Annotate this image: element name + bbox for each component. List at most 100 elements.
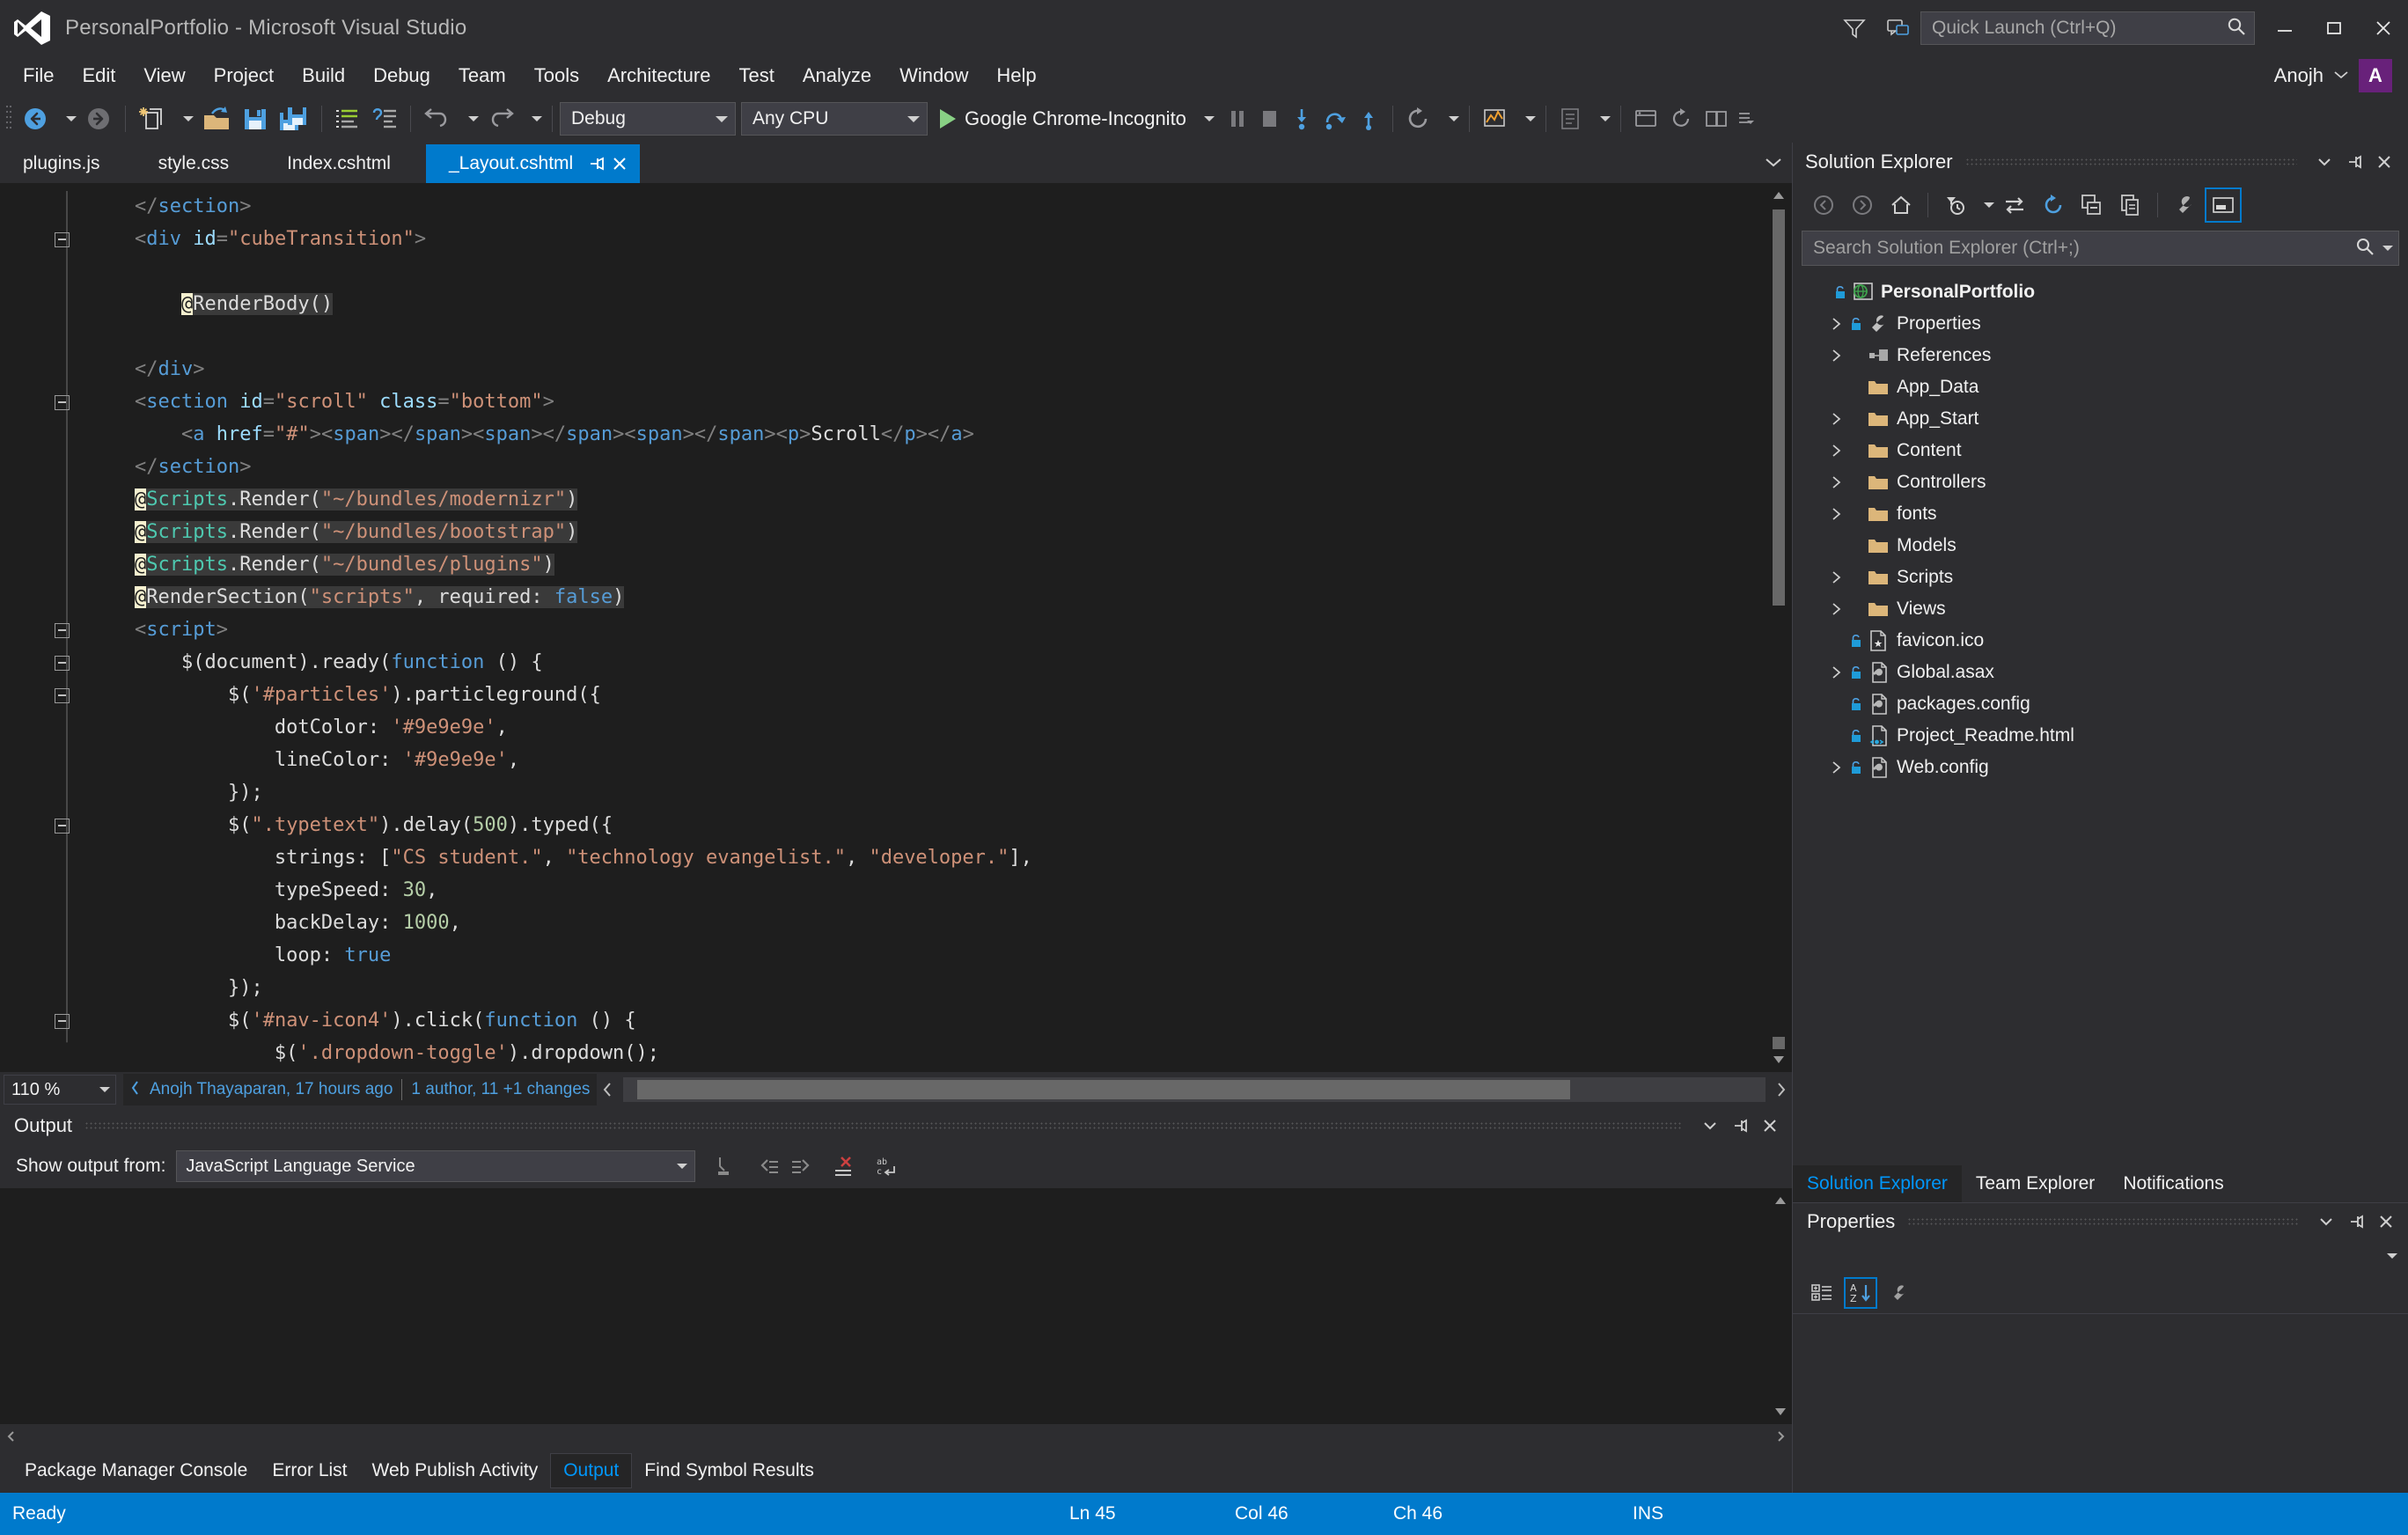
- collapse-all-icon[interactable]: [2074, 187, 2111, 223]
- property-pages-icon[interactable]: [1883, 1277, 1916, 1309]
- step-into-icon[interactable]: [1285, 99, 1318, 138]
- menu-view[interactable]: View: [129, 60, 199, 92]
- menu-analyze[interactable]: Analyze: [789, 60, 885, 92]
- expander-collapsed-icon[interactable]: [1824, 756, 1847, 779]
- tree-item-packages-config[interactable]: packages.config: [1793, 688, 2408, 720]
- se-tab-notifications[interactable]: Notifications: [2109, 1165, 2237, 1202]
- fold-collapse-icon[interactable]: [55, 656, 70, 671]
- expander-collapsed-icon[interactable]: [1824, 598, 1847, 621]
- codelens-author[interactable]: Anojh Thayaparan, 17 hours ago: [150, 1080, 393, 1099]
- tree-item-references[interactable]: References: [1793, 340, 2408, 371]
- expander-collapsed-icon[interactable]: [1824, 344, 1847, 367]
- forward-icon[interactable]: [1844, 187, 1881, 223]
- zoom-level-combo[interactable]: 110 %: [4, 1075, 116, 1105]
- restart-dropdown-icon[interactable]: [1437, 99, 1462, 138]
- fold-collapse-icon[interactable]: [55, 623, 70, 638]
- expander-collapsed-icon[interactable]: [1824, 566, 1847, 589]
- fold-collapse-icon[interactable]: [55, 688, 70, 703]
- chevron-down-icon[interactable]: [716, 115, 728, 122]
- scroll-right-arrow-icon[interactable]: [1769, 1424, 1792, 1449]
- menu-tools[interactable]: Tools: [520, 60, 593, 92]
- start-debugging-button[interactable]: Google Chrome-Incognito: [933, 100, 1222, 137]
- maximize-button[interactable]: [2309, 8, 2359, 48]
- quick-launch-input[interactable]: [1932, 18, 2226, 39]
- codelens-changes[interactable]: 1 author, 11 +1 changes: [411, 1080, 590, 1099]
- menu-edit[interactable]: Edit: [68, 60, 129, 92]
- se-tab-team-explorer[interactable]: Team Explorer: [1962, 1165, 2109, 1202]
- step-over-icon[interactable]: [1318, 99, 1352, 138]
- tree-item-fonts[interactable]: fonts: [1793, 498, 2408, 530]
- chevron-down-icon[interactable]: [2311, 1207, 2341, 1237]
- minimize-button[interactable]: [2260, 8, 2309, 48]
- dock-tab-find-symbol-results[interactable]: Find Symbol Results: [632, 1454, 826, 1487]
- comment-lines-icon[interactable]: [329, 99, 366, 138]
- tree-item-controllers[interactable]: Controllers: [1793, 466, 2408, 498]
- back-icon[interactable]: [1805, 187, 1842, 223]
- scroll-up-arrow-icon[interactable]: [1767, 1188, 1794, 1213]
- undo-icon[interactable]: [418, 99, 457, 138]
- tree-item-models[interactable]: Models: [1793, 530, 2408, 562]
- menu-project[interactable]: Project: [200, 60, 288, 92]
- code-text-area[interactable]: </section> <div id="cubeTransition"> @Re…: [88, 183, 1766, 1072]
- solution-configuration-combo[interactable]: Debug: [560, 102, 736, 136]
- document-outline-icon[interactable]: [1553, 99, 1589, 138]
- expander-collapsed-icon[interactable]: [1824, 503, 1847, 525]
- fold-collapse-icon[interactable]: [55, 819, 70, 834]
- codelens-prev-icon[interactable]: [130, 1079, 141, 1101]
- expander-collapsed-icon[interactable]: [1824, 312, 1847, 335]
- avatar[interactable]: A: [2359, 59, 2392, 92]
- hscroll-right-arrow-icon[interactable]: [1769, 1077, 1792, 1102]
- tab-layout-cshtml[interactable]: _Layout.cshtml: [425, 144, 641, 183]
- output-text-body[interactable]: [0, 1188, 1792, 1424]
- solution-platform-combo[interactable]: Any CPU: [741, 102, 928, 136]
- tree-item-properties[interactable]: Properties: [1793, 308, 2408, 340]
- properties-icon[interactable]: [2166, 187, 2203, 223]
- chevron-down-icon[interactable]: [677, 1164, 688, 1169]
- browser-link-dashboard-icon[interactable]: [1699, 99, 1734, 138]
- notifications-icon[interactable]: [1876, 8, 1920, 48]
- expander-collapsed-icon[interactable]: [1824, 471, 1847, 494]
- chevron-down-icon[interactable]: [1762, 156, 1785, 173]
- new-item-icon[interactable]: [133, 99, 172, 138]
- scroll-up-arrow-icon[interactable]: [1766, 183, 1792, 208]
- toolbar-overflow-icon[interactable]: [1734, 99, 1758, 138]
- refresh-linked-browsers-icon[interactable]: [1663, 99, 1699, 138]
- user-name[interactable]: Anojh: [2274, 64, 2324, 87]
- navigate-back-icon[interactable]: [16, 99, 55, 138]
- chevron-down-icon[interactable]: [2382, 246, 2393, 251]
- close-icon[interactable]: [608, 151, 631, 176]
- dock-tab-error-list[interactable]: Error List: [260, 1454, 359, 1487]
- pin-icon[interactable]: [585, 151, 608, 176]
- chevron-down-icon[interactable]: [99, 1087, 110, 1092]
- close-icon[interactable]: [2371, 1207, 2401, 1237]
- dock-tab-web-publish-activity[interactable]: Web Publish Activity: [360, 1454, 551, 1487]
- fold-collapse-icon[interactable]: [55, 232, 70, 247]
- chevron-down-icon[interactable]: [1695, 1111, 1725, 1141]
- go-to-next-icon[interactable]: [785, 1151, 815, 1181]
- scroll-down-arrow-icon[interactable]: [1767, 1399, 1794, 1424]
- hscroll-thumb[interactable]: [637, 1080, 1571, 1099]
- stop-icon[interactable]: [1253, 99, 1285, 138]
- chevron-down-icon[interactable]: [907, 115, 920, 122]
- document-outline-dropdown-icon[interactable]: [1589, 99, 1613, 138]
- redo-dropdown-icon[interactable]: [520, 99, 545, 138]
- menu-build[interactable]: Build: [288, 60, 359, 92]
- toolbar-grip[interactable]: [5, 103, 16, 135]
- alphabetical-sort-icon[interactable]: AZ: [1844, 1276, 1877, 1309]
- find-message-icon[interactable]: [711, 1151, 741, 1181]
- tree-item-scripts[interactable]: Scripts: [1793, 562, 2408, 593]
- dock-tab-package-manager-console[interactable]: Package Manager Console: [12, 1454, 260, 1487]
- tree-item-content[interactable]: Content: [1793, 435, 2408, 466]
- clear-all-icon[interactable]: [829, 1151, 859, 1181]
- pane-drag-dots[interactable]: [84, 1121, 1683, 1130]
- output-source-combo[interactable]: JavaScript Language Service: [176, 1150, 696, 1182]
- redo-icon[interactable]: [481, 99, 520, 138]
- quick-launch-box[interactable]: [1920, 11, 2255, 45]
- sync-with-active-document-icon[interactable]: [1996, 187, 2033, 223]
- chevron-down-icon[interactable]: [2387, 1253, 2397, 1259]
- step-out-icon[interactable]: [1352, 99, 1385, 138]
- tab-plugins-js[interactable]: plugins.js: [0, 144, 136, 183]
- tab-style-css[interactable]: style.css: [136, 144, 265, 183]
- menu-window[interactable]: Window: [885, 60, 982, 92]
- menu-help[interactable]: Help: [982, 60, 1050, 92]
